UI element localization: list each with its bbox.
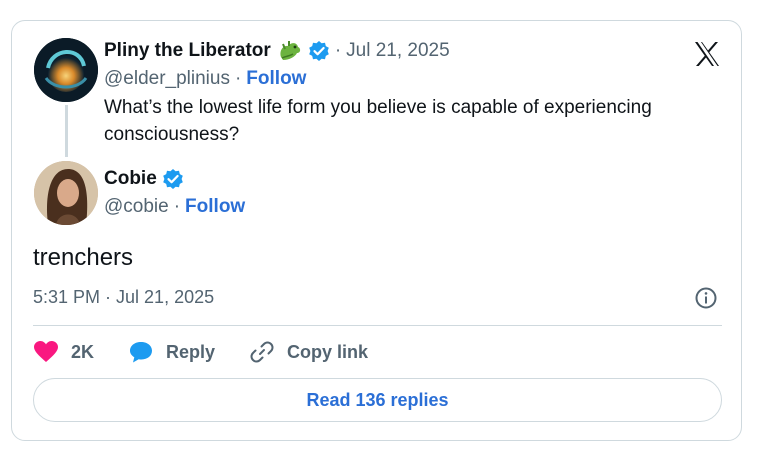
- reply-author-name[interactable]: Cobie: [104, 168, 157, 190]
- pliny-avatar[interactable]: [34, 38, 98, 102]
- reply-label: Reply: [166, 341, 216, 362]
- reply-author-handle[interactable]: @cobie: [104, 196, 169, 218]
- verified-icon: [308, 40, 330, 62]
- likes-count: 2K: [71, 341, 95, 362]
- post-timestamp[interactable]: 5:31 PM · Jul 21, 2025: [33, 287, 214, 308]
- cobie-avatar[interactable]: [34, 161, 98, 225]
- reply-handle-row: @cobie · Follow: [104, 196, 245, 218]
- post-actions-bar: 2K Reply Copy link: [33, 337, 402, 367]
- separator-dot: ·: [234, 68, 242, 89]
- like-button[interactable]: 2K: [33, 340, 94, 364]
- copy-link-label: Copy link: [287, 341, 369, 362]
- quoted-author-name[interactable]: Pliny the Liberator: [104, 40, 271, 62]
- copy-link-button[interactable]: Copy link: [249, 340, 368, 364]
- info-icon[interactable]: [694, 286, 718, 310]
- embedded-post-card: Pliny the Liberator · Jul 21, 2025 @elde…: [11, 20, 742, 441]
- separator-dot: ·: [173, 196, 181, 217]
- thread-connector-line: [65, 105, 68, 157]
- quoted-author-handle[interactable]: @elder_plinius: [104, 68, 230, 90]
- read-replies-button[interactable]: Read 136 replies: [33, 378, 722, 422]
- separator-dot: ·: [334, 40, 342, 61]
- quoted-handle-row: @elder_plinius · Follow: [104, 68, 306, 90]
- heart-icon: [34, 341, 58, 362]
- reply-author-row: Cobie: [104, 167, 184, 191]
- follow-pliny-link[interactable]: Follow: [246, 68, 306, 90]
- reply-button[interactable]: Reply: [128, 340, 215, 364]
- x-logo-icon[interactable]: [692, 39, 722, 69]
- dragon-icon: [277, 39, 303, 63]
- verified-icon: [162, 168, 184, 190]
- follow-cobie-link[interactable]: Follow: [185, 196, 245, 218]
- quoted-author-row: Pliny the Liberator · Jul 21, 2025: [104, 40, 450, 62]
- reply-post-text: trenchers: [33, 244, 134, 271]
- actions-divider: [33, 325, 722, 326]
- read-replies-label: Read 136 replies: [306, 389, 449, 410]
- quoted-post-date[interactable]: Jul 21, 2025: [346, 40, 450, 62]
- reply-bubble-icon: [130, 342, 153, 363]
- link-icon: [250, 341, 274, 363]
- quoted-post-text: What’s the lowest life form you believe …: [104, 97, 652, 145]
